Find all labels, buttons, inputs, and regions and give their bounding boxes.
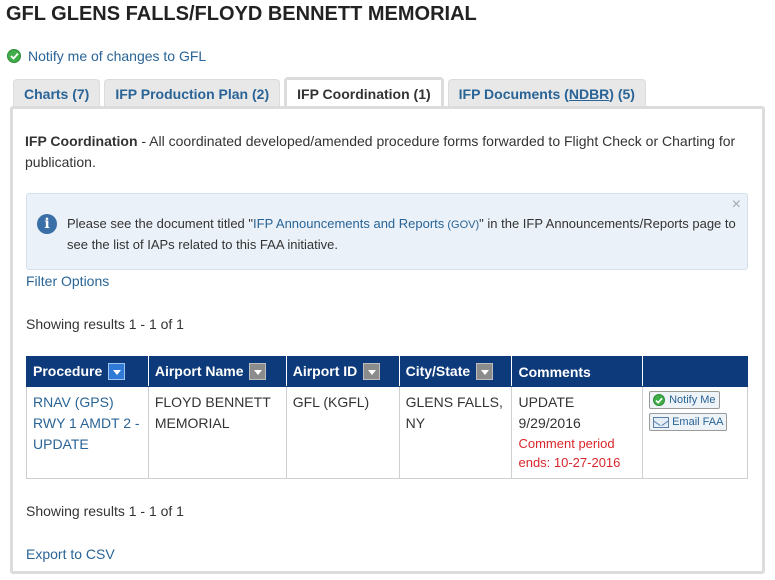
check-circle-icon [7,49,21,63]
export-csv-link[interactable]: Export to CSV [26,546,115,562]
sort-dropdown-icon[interactable] [108,363,126,381]
gov-tag: (GOV) [444,219,480,231]
ifp-announcements-link[interactable]: IFP Announcements and Reports (GOV) [253,216,479,231]
tab-bar: Charts (7) IFP Production Plan (2) IFP C… [13,77,650,108]
column-header-airport-name-label: Airport Name [154,362,244,379]
comment-type: UPDATE [518,394,575,410]
tab-ifp-documents-ndbr: NDBR [568,86,610,102]
notify-changes-row[interactable]: Notify me of changes to GFL [7,48,206,64]
comment-period: Comment period ends: 10-27-2016 [518,436,621,470]
coordination-description: IFP Coordination - All coordinated devel… [25,131,745,173]
procedures-table: Procedure Airport Name Airport ID City/S… [26,356,748,479]
column-header-airport-name[interactable]: Airport Name [147,356,287,387]
alert-text-before: Please see the document titled " [67,216,254,231]
alert-text: Please see the document titled "IFP Anno… [67,214,737,254]
cell-procedure: RNAV (GPS) RWY 1 AMDT 2 - UPDATE [26,386,149,479]
procedure-link[interactable]: RNAV (GPS) RWY 1 AMDT 2 - UPDATE [33,394,140,452]
table-row: RNAV (GPS) RWY 1 AMDT 2 - UPDATE FLOYD B… [26,386,748,479]
column-header-procedure[interactable]: Procedure [26,356,149,387]
column-header-airport-id[interactable]: Airport ID [285,356,400,387]
coordination-heading: IFP Coordination [25,133,138,149]
table-header-row: Procedure Airport Name Airport ID City/S… [26,356,748,387]
sort-dropdown-icon[interactable] [363,363,381,381]
notify-me-label: Notify Me [669,393,716,406]
column-header-comments: Comments [511,356,644,387]
column-header-actions [642,356,748,387]
info-alert: i Please see the document titled "IFP An… [26,193,748,270]
column-header-airport-id-label: Airport ID [292,362,358,379]
tab-ifp-documents-prefix: IFP Documents ( [458,86,569,102]
tab-charts[interactable]: Charts (7) [13,79,101,108]
check-circle-icon [653,394,666,406]
comment-date: 9/29/2016 [518,415,581,431]
tab-ifp-production-plan[interactable]: IFP Production Plan (2) [104,79,281,108]
column-header-procedure-label: Procedure [33,362,103,379]
filter-options-link[interactable]: Filter Options [26,273,109,289]
cell-comments: UPDATE 9/29/2016 Comment period ends: 10… [511,386,644,479]
column-header-city-state-label: City/State [405,362,471,379]
ifp-announcements-link-text: IFP Announcements and Reports [253,216,445,231]
page-title: GFL GLENS FALLS/FLOYD BENNETT MEMORIAL [6,3,477,25]
coordination-panel: IFP Coordination - All coordinated devel… [10,106,765,574]
results-count-top: Showing results 1 - 1 of 1 [26,316,184,332]
cell-airport-name: FLOYD BENNETT MEMORIAL [147,386,287,479]
notify-me-button[interactable]: Notify Me [649,391,720,409]
info-icon: i [37,214,57,234]
column-header-city-state[interactable]: City/State [398,356,513,387]
notify-changes-link[interactable]: Notify me of changes to GFL [28,48,206,64]
cell-city-state: GLENS FALLS, NY [398,386,513,479]
cell-airport-id: GFL (KGFL) [285,386,400,479]
cell-actions: Notify Me Email FAA [642,386,748,479]
tab-ifp-documents[interactable]: IFP Documents (NDBR) (5) [447,79,646,108]
email-faa-label: Email FAA [672,415,724,428]
tab-ifp-documents-suffix: ) (5) [609,86,635,102]
tab-ifp-coordination[interactable]: IFP Coordination (1) [284,77,444,108]
results-count-bottom: Showing results 1 - 1 of 1 [26,503,184,519]
sort-dropdown-icon[interactable] [476,363,494,381]
email-faa-button[interactable]: Email FAA [649,413,728,431]
sort-dropdown-icon[interactable] [249,363,267,381]
envelope-icon [653,416,670,428]
close-icon[interactable]: × [732,196,741,214]
